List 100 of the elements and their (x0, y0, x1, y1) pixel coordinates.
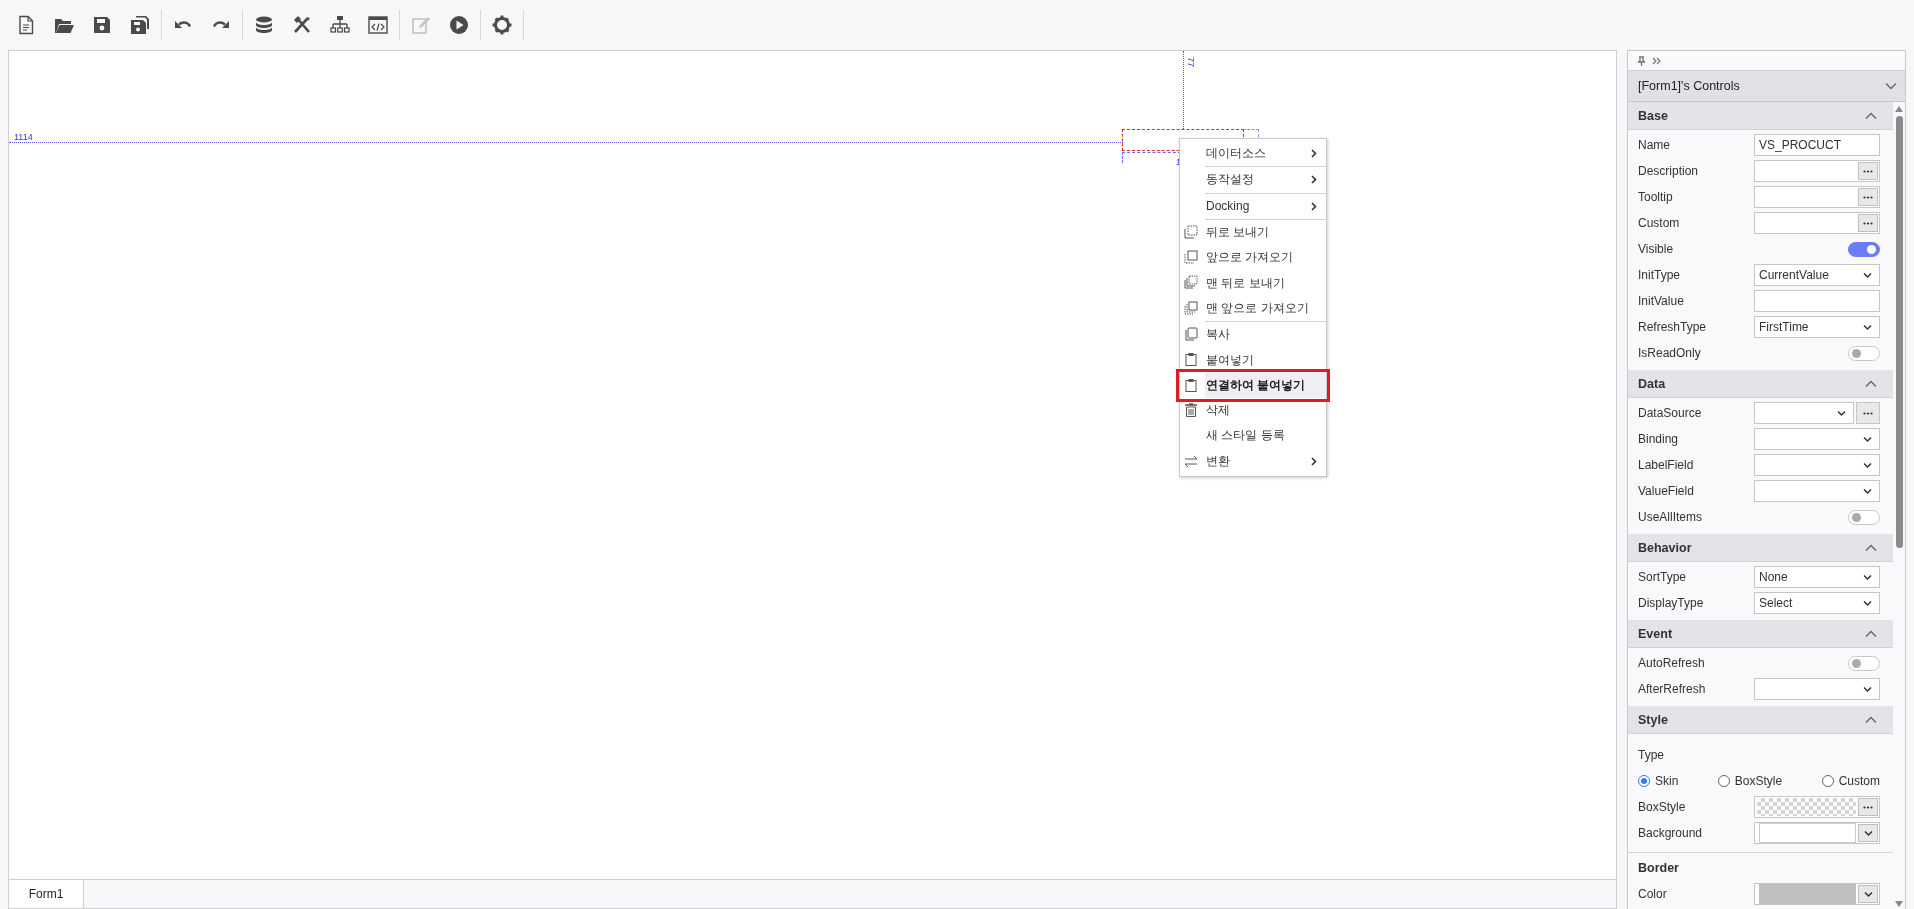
section-header[interactable]: Style (1628, 706, 1893, 734)
property-label: Visible (1638, 242, 1675, 256)
pattern-field[interactable] (1754, 796, 1880, 818)
chevron-down-icon (1885, 82, 1897, 90)
guide-label: 77 (1186, 57, 1196, 67)
clipboard-icon (1184, 377, 1198, 392)
toggle-switch[interactable] (1848, 655, 1880, 671)
chevron-down-icon (1863, 461, 1872, 469)
radio-button[interactable] (1821, 775, 1834, 787)
chevron-up-icon[interactable] (1865, 543, 1877, 552)
property-label: InitValue (1638, 294, 1685, 308)
code-window-icon (368, 15, 388, 35)
radio-label: Custom (1838, 774, 1880, 788)
more-button[interactable] (1858, 798, 1878, 816)
text-field[interactable] (1754, 212, 1880, 234)
menu-item[interactable]: 뒤로 보내기 (1180, 219, 1326, 246)
radio-label: BoxStyle (1734, 774, 1783, 788)
pin-icon[interactable] (1637, 55, 1646, 66)
clipboard-icon (1184, 352, 1198, 367)
copy-icon (1184, 327, 1198, 342)
section-header[interactable]: Base (1628, 102, 1893, 130)
more-button[interactable] (1858, 188, 1878, 206)
toggle-switch[interactable] (1848, 345, 1880, 361)
chevron-down-icon (1863, 271, 1872, 279)
chevron-down-icon (1863, 890, 1873, 898)
dropdown-field[interactable]: FirstTime (1754, 316, 1880, 338)
document-icon (16, 15, 36, 35)
property-label: Name (1638, 138, 1671, 152)
dropdown-button[interactable] (1858, 885, 1878, 903)
property-label: Type (1638, 748, 1665, 762)
menu-item[interactable]: 데이터소스 (1180, 141, 1326, 167)
dropdown-field[interactable] (1754, 428, 1880, 450)
dots-icon (1863, 169, 1873, 173)
more-button[interactable] (1856, 402, 1880, 424)
radio-button[interactable] (1638, 775, 1650, 787)
menu-item[interactable]: 변환 (1180, 448, 1326, 474)
menu-item[interactable]: 복사 (1180, 322, 1326, 348)
chevron-up-icon[interactable] (1865, 111, 1877, 120)
dropdown-field[interactable]: CurrentValue (1754, 264, 1880, 286)
chevron-down-icon (1837, 409, 1846, 417)
property-label: LabelField (1638, 458, 1695, 472)
database-icon (254, 15, 274, 35)
text-field[interactable] (1754, 160, 1880, 182)
dropdown-button[interactable] (1858, 824, 1878, 842)
property-label: DisplayType (1638, 596, 1705, 610)
more-button[interactable] (1858, 214, 1878, 232)
section-title: Border (1628, 852, 1893, 879)
dropdown-field[interactable] (1754, 454, 1880, 476)
menu-item[interactable]: Docking (1180, 193, 1326, 219)
menu-item[interactable]: 앞으로 가져오기 (1180, 245, 1326, 271)
chevron-down-icon (1863, 573, 1872, 581)
color-field[interactable] (1754, 822, 1880, 844)
menu-item[interactable]: 맨 뒤로 보내기 (1180, 270, 1326, 296)
send-to-back-icon (1184, 275, 1198, 290)
menu-item[interactable]: 새 스타일 등록 (1180, 423, 1326, 449)
text-field[interactable]: VS_PROCUCT (1754, 134, 1880, 156)
bring-forward-icon (1184, 250, 1198, 265)
dots-icon (1863, 411, 1873, 415)
dropdown-field[interactable]: Select (1754, 592, 1880, 614)
chevron-up-icon[interactable] (1865, 379, 1877, 388)
property-label: SortType (1638, 570, 1688, 584)
more-button[interactable] (1858, 162, 1878, 180)
dropdown-field[interactable] (1754, 402, 1854, 424)
dropdown-field[interactable] (1754, 480, 1880, 502)
edit-icon (411, 15, 431, 35)
save-icon (92, 15, 112, 35)
dots-icon (1863, 805, 1873, 809)
form-tab[interactable]: Form1 (9, 880, 84, 908)
dropdown-field[interactable]: None (1754, 566, 1880, 588)
menu-item[interactable]: 맨 앞으로 가져오기 (1180, 295, 1326, 322)
section-header[interactable]: Data (1628, 370, 1893, 398)
color-field[interactable] (1754, 883, 1880, 905)
dropdown-field[interactable] (1754, 678, 1880, 700)
double-chevron-icon[interactable] (1652, 56, 1661, 65)
radio-button[interactable] (1717, 775, 1730, 787)
chevron-up-icon[interactable] (1865, 629, 1877, 638)
chevron-down-icon (1863, 829, 1873, 837)
scroll-up-icon[interactable] (1895, 106, 1903, 112)
menu-item[interactable]: 동작설정 (1180, 167, 1326, 193)
text-field[interactable] (1754, 186, 1880, 208)
guide-label: 1114 (14, 132, 33, 142)
save-all-icon (130, 15, 150, 35)
property-label: AutoRefresh (1638, 656, 1706, 670)
property-label: Description (1638, 164, 1700, 178)
section-header[interactable]: Behavior (1628, 534, 1893, 562)
property-label: Background (1638, 826, 1704, 840)
section-header[interactable]: Event (1628, 620, 1893, 648)
chevron-down-icon (1863, 323, 1872, 331)
menu-item[interactable]: 붙여넣기 (1180, 347, 1326, 373)
panel-header[interactable]: [Form1]'s Controls (1628, 71, 1905, 102)
bring-to-front-icon (1184, 300, 1198, 315)
toggle-switch[interactable] (1848, 241, 1880, 257)
menu-item[interactable]: 삭제 (1180, 397, 1326, 424)
tools-icon (292, 15, 312, 35)
scroll-down-icon[interactable] (1895, 901, 1903, 907)
text-field[interactable] (1754, 290, 1880, 312)
property-label: AfterRefresh (1638, 682, 1707, 696)
toggle-switch[interactable] (1848, 509, 1880, 525)
chevron-down-icon (1863, 685, 1872, 693)
chevron-up-icon[interactable] (1865, 715, 1877, 724)
